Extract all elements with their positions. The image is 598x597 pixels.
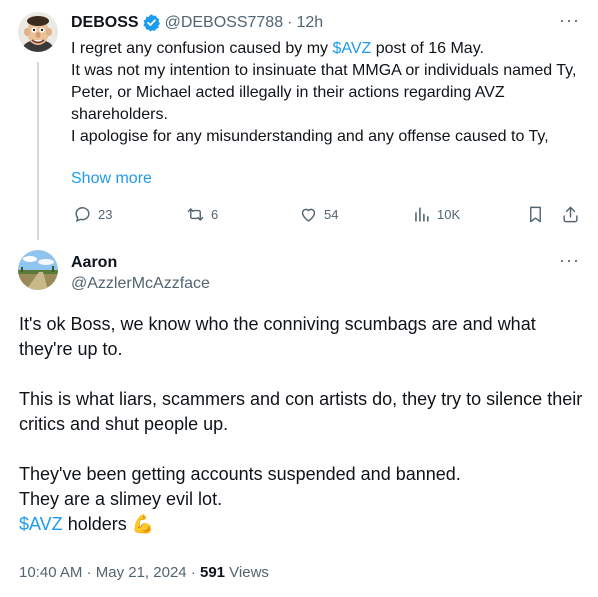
tweet2-cashtag-link[interactable]: $AVZ [19,514,63,534]
tweet2-paragraph3-line2: They are a slimey evil lot. [19,489,223,509]
repost-button[interactable]: 6 [186,205,218,224]
reply-button[interactable]: 23 [73,205,112,224]
repost-icon [187,208,204,221]
tweet2-paragraph2: This is what liars, scammers and con art… [19,389,583,434]
tweet2-views-label: Views [225,564,269,581]
tweet2-holders-text: holders [62,514,132,534]
tweet1-line1: I regret any confusion caused by my $AVZ… [71,38,581,60]
tweet2-paragraph3-line1: They've been getting accounts suspended … [19,464,461,484]
reply-icon [75,207,90,223]
tweet1-cashtag-link[interactable]: $AVZ [332,40,371,57]
aaron-avatar[interactable] [18,250,58,290]
tweet2-holders-line: $AVZ holders 💪 [19,512,584,537]
tweet2-more-options-button[interactable]: ··· [559,250,580,271]
tweet1-body: I regret any confusion caused by my $AVZ… [71,38,581,148]
tweet2-handle[interactable]: @AzzlerMcAzzface [71,275,210,293]
verified-badge-icon [142,13,161,32]
tweet2-time[interactable]: 10:40 AM [19,564,82,581]
caricature-avatar-icon [18,12,58,52]
share-button[interactable] [561,205,580,229]
thread-connector-line [37,62,39,240]
tweet1-timestamp[interactable]: 12h [296,14,323,32]
tweet1-display-name[interactable]: DEBOSS [71,14,139,32]
tweet1-separator: · [287,13,293,31]
deboss-avatar[interactable] [18,12,58,52]
landscape-avatar-icon [18,250,58,290]
heart-icon [301,208,316,222]
views-button[interactable]: 10K [412,205,460,224]
tweet1-more-options-button[interactable]: ··· [559,10,580,31]
analytics-icon [415,207,429,222]
tweet1-line2: It was not my intention to insinuate tha… [71,62,577,123]
tweet2-metadata: 10:40 AM · May 21, 2024 · 591 Views [19,564,269,581]
like-button[interactable]: 54 [299,205,338,224]
tweet2-body: It's ok Boss, we know who the conniving … [19,312,584,537]
tweet2-separator-1: · [86,564,92,581]
reply-count: 23 [98,207,113,222]
tweet2-display-name[interactable]: Aaron [71,254,117,272]
tweet2-separator-2: · [190,564,196,581]
tweet2-paragraph1: It's ok Boss, we know who the conniving … [19,314,536,359]
tweet1-header: DEBOSS @DEBOSS7788 · 12h [71,13,323,32]
tweet2-views-count: 591 [199,564,226,581]
tweet1-text-part2: post of 16 May. [371,40,484,57]
tweet1-handle[interactable]: @DEBOSS7788 [165,14,284,32]
tweet1-text-part1: I regret any confusion caused by my [71,40,333,57]
view-count: 10K [437,207,461,222]
repost-count: 6 [211,207,219,222]
flexed-biceps-emoji: 💪 [131,514,155,534]
tweet1-line3: I apologise for any misunderstanding and… [71,128,549,145]
bookmark-icon [530,206,541,223]
like-count: 54 [324,207,339,222]
bookmark-button[interactable] [526,205,545,229]
share-icon [563,206,578,223]
show-more-link[interactable]: Show more [71,170,152,188]
tweet2-date[interactable]: May 21, 2024 [96,564,187,581]
